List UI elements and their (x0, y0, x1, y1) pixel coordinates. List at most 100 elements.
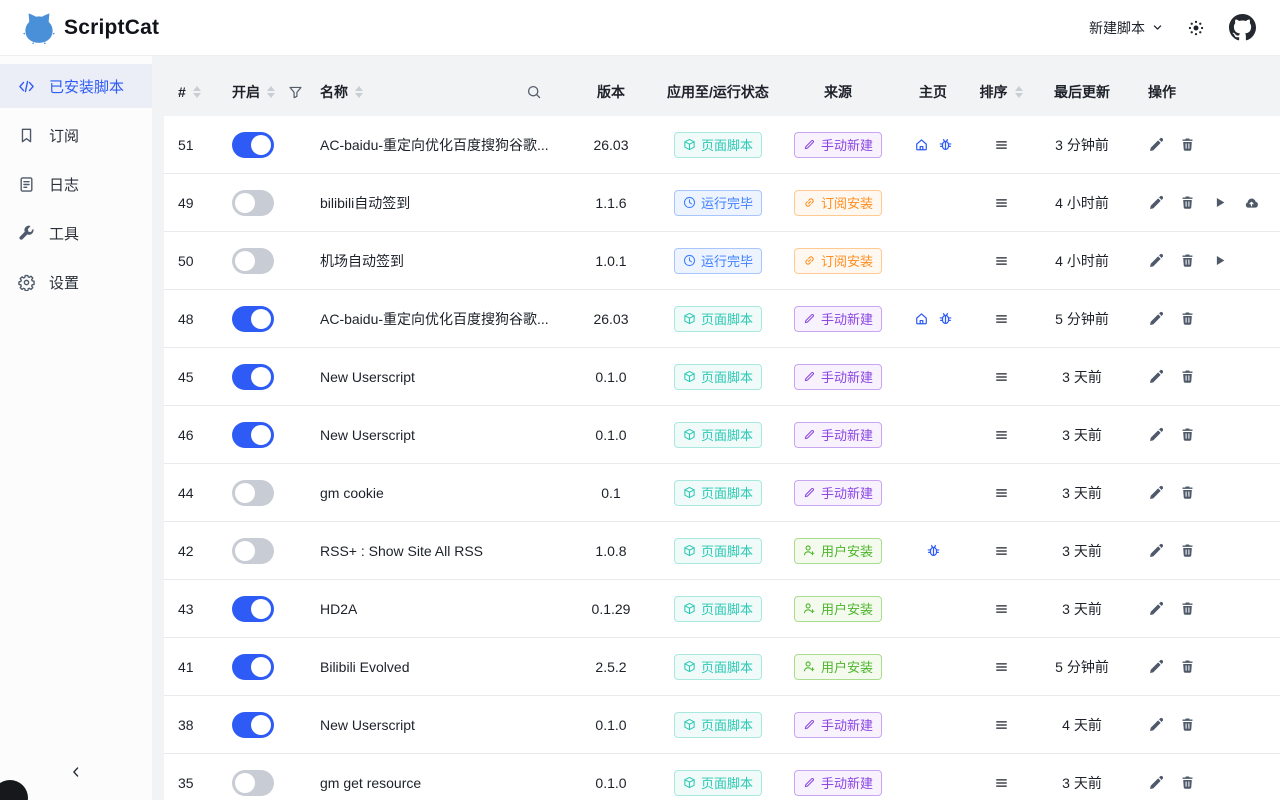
drag-handle[interactable] (994, 776, 1009, 790)
delete-button[interactable] (1180, 717, 1195, 732)
script-name[interactable]: New Userscript (320, 717, 415, 733)
drag-handle[interactable] (994, 254, 1009, 268)
script-id: 43 (164, 601, 220, 617)
enable-toggle[interactable] (232, 422, 274, 448)
enable-toggle[interactable] (232, 770, 274, 796)
run-button[interactable] (1212, 253, 1227, 268)
enable-toggle[interactable] (232, 306, 274, 332)
bug-icon[interactable] (926, 543, 941, 558)
sidebar-item-logs[interactable]: 日志 (0, 162, 152, 206)
edit-button[interactable] (1148, 659, 1163, 674)
drag-handle[interactable] (994, 312, 1009, 326)
bug-icon[interactable] (938, 311, 953, 326)
script-id: 35 (164, 775, 220, 791)
table-row: 44 gm cookie 0.1 页面脚本 手动新建 3 天前 (164, 464, 1280, 522)
edit-button[interactable] (1148, 717, 1163, 732)
delete-button[interactable] (1180, 485, 1195, 500)
search-icon[interactable] (526, 84, 542, 100)
script-name[interactable]: Bilibili Evolved (320, 659, 409, 675)
enable-toggle[interactable] (232, 480, 274, 506)
sort-control[interactable] (193, 86, 201, 98)
script-version: 26.03 (566, 137, 656, 153)
script-name[interactable]: New Userscript (320, 427, 415, 443)
homepage-links (896, 137, 970, 152)
delete-button[interactable] (1180, 601, 1195, 616)
enable-toggle[interactable] (232, 364, 274, 390)
cloud-sync-button[interactable] (1244, 195, 1259, 210)
box-icon (683, 370, 696, 383)
edit-button[interactable] (1148, 601, 1163, 616)
bug-icon[interactable] (938, 137, 953, 152)
drag-handle[interactable] (994, 428, 1009, 442)
edit-button[interactable] (1148, 427, 1163, 442)
delete-button[interactable] (1180, 543, 1195, 558)
enable-toggle[interactable] (232, 712, 274, 738)
script-name[interactable]: HD2A (320, 601, 357, 617)
home-icon[interactable] (914, 137, 929, 152)
script-name[interactable]: AC-baidu-重定向优化百度搜狗谷歌... (320, 135, 549, 155)
homepage-links (896, 543, 970, 558)
pencil-icon (803, 486, 816, 499)
delete-button[interactable] (1180, 369, 1195, 384)
edit-button[interactable] (1148, 311, 1163, 326)
table-row: 51 AC-baidu-重定向优化百度搜狗谷歌... 26.03 页面脚本 手动… (164, 116, 1280, 174)
edit-button[interactable] (1148, 195, 1163, 210)
sort-control[interactable] (1015, 86, 1023, 98)
script-name[interactable]: gm get resource (320, 775, 421, 791)
edit-button[interactable] (1148, 775, 1163, 790)
run-button[interactable] (1212, 195, 1227, 210)
sidebar-item-settings[interactable]: 设置 (0, 260, 152, 304)
sidebar-item-subscribe[interactable]: 订阅 (0, 113, 152, 157)
edit-button[interactable] (1148, 485, 1163, 500)
edit-button[interactable] (1148, 369, 1163, 384)
drag-handle[interactable] (994, 370, 1009, 384)
delete-button[interactable] (1180, 195, 1195, 210)
script-name[interactable]: gm cookie (320, 485, 384, 501)
drag-handle[interactable] (994, 544, 1009, 558)
enable-toggle[interactable] (232, 132, 274, 158)
sidebar-item-installed[interactable]: 已安装脚本 (0, 64, 152, 108)
enable-toggle[interactable] (232, 538, 274, 564)
edit-button[interactable] (1148, 137, 1163, 152)
delete-button[interactable] (1180, 253, 1195, 268)
delete-button[interactable] (1180, 427, 1195, 442)
edit-button[interactable] (1148, 543, 1163, 558)
enable-toggle[interactable] (232, 596, 274, 622)
edit-button[interactable] (1148, 253, 1163, 268)
delete-button[interactable] (1180, 137, 1195, 152)
sidebar-item-tools[interactable]: 工具 (0, 211, 152, 255)
drag-handle[interactable] (994, 138, 1009, 152)
drag-handle[interactable] (994, 196, 1009, 210)
script-name[interactable]: New Userscript (320, 369, 415, 385)
row-actions (1132, 543, 1280, 558)
drag-handle[interactable] (994, 486, 1009, 500)
drag-handle[interactable] (994, 602, 1009, 616)
script-version: 0.1.0 (566, 717, 656, 733)
script-name[interactable]: 机场自动签到 (320, 251, 404, 271)
status-badge: 页面脚本 (674, 596, 762, 622)
script-name[interactable]: RSS+ : Show Site All RSS (320, 543, 483, 559)
enable-toggle[interactable] (232, 190, 274, 216)
enable-toggle[interactable] (232, 248, 274, 274)
last-updated: 3 天前 (1032, 541, 1132, 561)
script-name[interactable]: AC-baidu-重定向优化百度搜狗谷歌... (320, 309, 549, 329)
theme-sun-icon[interactable] (1187, 19, 1205, 37)
github-icon[interactable] (1229, 14, 1256, 41)
delete-button[interactable] (1180, 775, 1195, 790)
enable-toggle[interactable] (232, 654, 274, 680)
filter-icon[interactable] (288, 85, 303, 100)
app-window: ScriptCat 新建脚本 已安装脚本 订阅 日志 (0, 0, 1280, 800)
sort-control[interactable] (355, 86, 363, 98)
drag-handle[interactable] (994, 718, 1009, 732)
status-badge: 页面脚本 (674, 654, 762, 680)
delete-button[interactable] (1180, 659, 1195, 674)
delete-button[interactable] (1180, 311, 1195, 326)
sidebar-collapse-button[interactable] (69, 765, 83, 784)
status-badge: 页面脚本 (674, 538, 762, 564)
drag-handle[interactable] (994, 660, 1009, 674)
new-script-button[interactable]: 新建脚本 (1089, 18, 1163, 38)
script-name[interactable]: bilibili自动签到 (320, 193, 410, 213)
home-icon[interactable] (914, 311, 929, 326)
sort-control[interactable] (267, 86, 275, 98)
source-badge: 用户安装 (794, 596, 882, 622)
